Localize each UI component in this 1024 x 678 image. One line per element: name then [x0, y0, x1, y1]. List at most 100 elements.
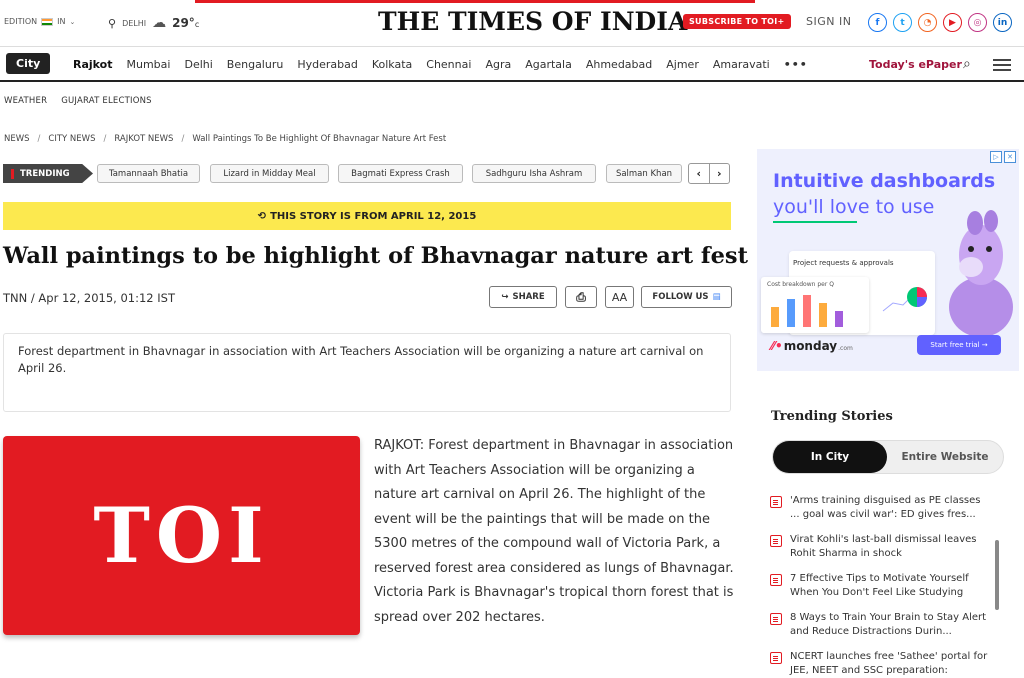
article-byline: TNN / Apr 12, 2015, 01:12 IST [3, 291, 176, 305]
start-free-trial-button[interactable]: Start free trial → [917, 335, 1001, 355]
facebook-icon[interactable]: f [868, 13, 887, 32]
share-icon: ↪ [501, 292, 509, 302]
trending-bar-icon [11, 168, 14, 179]
article-image: TOI [3, 436, 360, 635]
menu-icon[interactable] [993, 59, 1011, 74]
subnav-weather[interactable]: WEATHER [4, 96, 47, 106]
twitter-icon[interactable]: t [893, 13, 912, 32]
instagram-icon[interactable]: ◎ [968, 13, 987, 32]
article-headline: Wall paintings to be highlight of Bhavna… [3, 243, 748, 269]
chevron-right-icon[interactable]: › [710, 164, 730, 183]
trending-stories-list: 'Arms training disguised as PE classes .… [770, 494, 992, 678]
ad-bar-chart [771, 295, 843, 327]
trending-chip[interactable]: Lizard in Midday Meal [210, 164, 329, 183]
list-item[interactable]: NCERT launches free 'Sathee' portal for … [770, 650, 992, 677]
trending-stories-title: Trending Stories [771, 409, 893, 424]
story-date-banner: ⟲ THIS STORY IS FROM APRIL 12, 2015 [3, 202, 731, 230]
print-button[interactable]: ⎙ [565, 286, 597, 308]
youtube-icon[interactable]: ▶ [943, 13, 962, 32]
nav-city-bengaluru[interactable]: Bengaluru [227, 58, 284, 71]
trending-chip[interactable]: Tamannaah Bhatia [97, 164, 200, 183]
list-item[interactable]: 7 Effective Tips to Motivate Yourself Wh… [770, 572, 992, 599]
rss-icon[interactable]: ◔ [918, 13, 937, 32]
epaper-link[interactable]: Today's ePaper [869, 58, 962, 71]
article-body: RAJKOT: Forest department in Bhavnagar i… [374, 434, 736, 630]
subscribe-button[interactable]: SUBSCRIBE TO TOI+ [683, 14, 791, 29]
ad-chart-card: Cost breakdown per Q [761, 277, 869, 333]
site-logo[interactable]: THE TIMES OF INDIA [378, 7, 687, 36]
trending-label: TRENDING [3, 164, 93, 183]
nav-city-agartala[interactable]: Agartala [525, 58, 572, 71]
edition-label: EDITION [4, 17, 38, 26]
breadcrumb-news[interactable]: NEWS [4, 134, 30, 144]
article-paragraph: RAJKOT: Forest department in Bhavnagar i… [374, 438, 734, 576]
city-list: Rajkot Mumbai Delhi Bengaluru Hyderabad Kolka… [73, 58, 808, 71]
ad-headline: Intuitive dashboards [773, 170, 996, 192]
print-icon: ⎙ [576, 289, 586, 304]
photo-icon [770, 613, 782, 625]
trending-stories-toggle: In City Entire Website [772, 440, 1004, 474]
llama-illustration [949, 210, 1013, 335]
trending-scrollbar[interactable] [995, 540, 999, 610]
more-cities-icon[interactable]: ••• [784, 58, 808, 71]
subnav-gujarat-elections[interactable]: GUJARAT ELECTIONS [61, 96, 152, 106]
ad-choices[interactable]: ▷ ✕ [990, 151, 1016, 163]
nav-city-chennai[interactable]: Chennai [426, 58, 471, 71]
india-flag-icon [41, 17, 54, 26]
city-nav: City Rajkot Mumbai Delhi Bengaluru Hyderabad… [0, 46, 1024, 82]
article-icon [770, 535, 782, 547]
list-item[interactable]: 'Arms training disguised as PE classes .… [770, 494, 992, 521]
article-icon [770, 652, 782, 664]
follow-us-button[interactable]: FOLLOW US ▤ [641, 286, 732, 308]
advertisement[interactable]: ▷ ✕ Intuitive dashboards you'll love to … [757, 149, 1019, 371]
nav-city-ahmedabad[interactable]: Ahmedabad [586, 58, 652, 71]
temperature: 29°c [172, 16, 200, 30]
breadcrumb-separator: / [181, 134, 185, 144]
tab-entire-website[interactable]: Entire Website [887, 441, 1003, 473]
list-item[interactable]: 8 Ways to Train Your Brain to Stay Alert… [770, 611, 992, 638]
weather-icon: ☁ [152, 15, 167, 31]
breadcrumb-separator: / [103, 134, 107, 144]
trending-chip[interactable]: Salman Khan [606, 164, 682, 183]
signin-link[interactable]: SIGN IN [806, 15, 851, 28]
google-news-icon: ▤ [712, 292, 721, 302]
list-item[interactable]: Virat Kohli's last-ball dismissal leaves… [770, 533, 992, 560]
article-summary: Forest department in Bhavnagar in associ… [3, 333, 731, 412]
search-icon[interactable]: ⌕ [963, 56, 971, 72]
close-icon: ✕ [1004, 151, 1016, 163]
edition-selector[interactable]: EDITION IN ⌄ [4, 17, 75, 26]
font-size-button[interactable]: AA [605, 286, 634, 308]
breadcrumb-city-news[interactable]: CITY NEWS [48, 134, 95, 144]
location-name: DELHI [122, 18, 147, 28]
trending-arrows: ‹ › [688, 163, 730, 184]
trending-chip[interactable]: Bagmati Express Crash [338, 164, 463, 183]
breadcrumb-current: Wall Paintings To Be Highlight Of Bhavna… [192, 134, 447, 144]
nav-city-hyderabad[interactable]: Hyderabad [297, 58, 358, 71]
article-paragraph: Victoria Park is Bhavnagar's tropical th… [374, 585, 734, 625]
nav-city-amaravati[interactable]: Amaravati [713, 58, 770, 71]
breadcrumb: NEWS / CITY NEWS / RAJKOT NEWS / Wall Pa… [4, 134, 446, 144]
city-tab[interactable]: City [6, 53, 51, 74]
adchoices-icon: ▷ [990, 151, 1002, 163]
ad-pie-icon [907, 287, 927, 307]
location-weather[interactable]: ⚲ DELHI ☁ 29°c [108, 15, 199, 31]
top-header: EDITION IN ⌄ ⚲ DELHI ☁ 29°c THE TIMES OF… [0, 3, 1024, 43]
ad-underline [773, 221, 857, 223]
edition-value: IN [57, 17, 66, 26]
tab-in-city[interactable]: In City [773, 441, 887, 473]
nav-city-delhi[interactable]: Delhi [184, 58, 212, 71]
toi-logo-image: TOI [93, 491, 270, 580]
nav-city-kolkata[interactable]: Kolkata [372, 58, 412, 71]
nav-city-ajmer[interactable]: Ajmer [666, 58, 699, 71]
sub-nav: WEATHER GUJARAT ELECTIONS [4, 96, 152, 106]
linkedin-icon[interactable]: in [993, 13, 1012, 32]
trending-chip[interactable]: Sadhguru Isha Ashram [472, 164, 596, 183]
nav-city-rajkot[interactable]: Rajkot [73, 58, 113, 71]
breadcrumb-rajkot-news[interactable]: RAJKOT NEWS [114, 134, 173, 144]
chevron-left-icon[interactable]: ‹ [689, 164, 710, 183]
nav-city-agra[interactable]: Agra [485, 58, 511, 71]
nav-city-mumbai[interactable]: Mumbai [127, 58, 171, 71]
breadcrumb-separator: / [37, 134, 41, 144]
share-button[interactable]: ↪ SHARE [489, 286, 557, 308]
monday-logo: ⁄⁄• monday .com [771, 339, 853, 353]
